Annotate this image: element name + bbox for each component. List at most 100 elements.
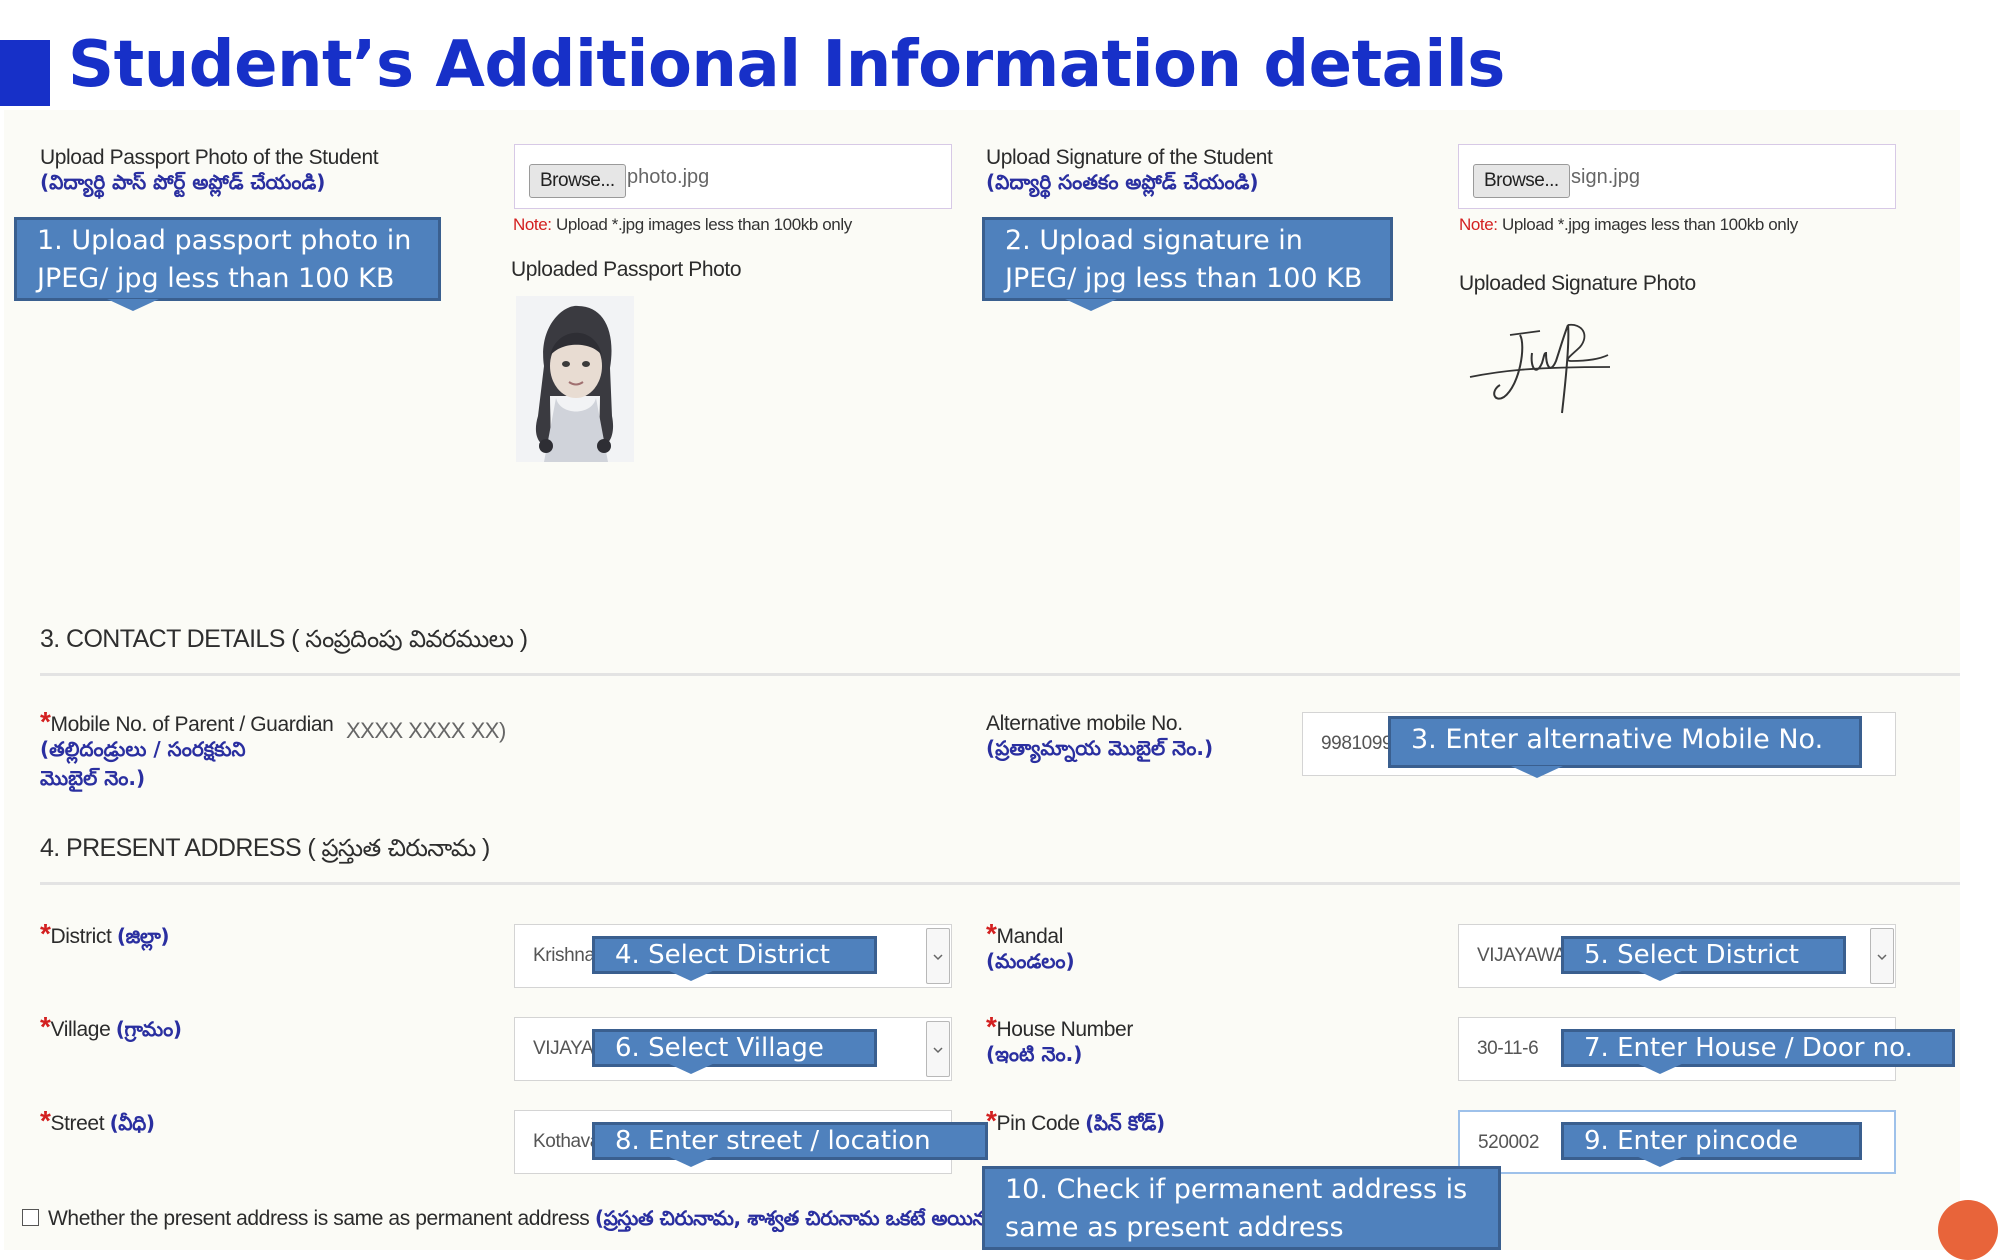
callout-9: 9. Enter pincode [1561,1122,1862,1167]
passport-label-en: Upload Passport Photo of the Student [40,146,379,169]
passport-file-name: photo.jpg [627,166,710,188]
callout-4: 4. Select District [592,936,877,981]
callout-10-line-2: same as present address [1005,1212,1344,1243]
district-label-en: District [50,925,117,948]
contact-section-te: సంప్రదింపు వివరములు [305,625,514,653]
callout-5-text: 5. Select District [1584,940,1799,970]
signature-file-name: sign.jpg [1571,166,1640,188]
signature-image [1469,323,1611,414]
pincode-label-en: Pin Code [996,1112,1086,1135]
callout-9-text: 9. Enter pincode [1584,1126,1799,1156]
address-section-te: ప్రస్తుత చిరునామ [321,834,476,862]
callout-7-text: 7. Enter House / Door no. [1584,1033,1913,1063]
signature-browse-button[interactable]: Browse... [1473,164,1570,198]
street-label: *Street (వీధి) [40,1107,155,1140]
callout-3: 3. Enter alternative Mobile No. [1388,716,1862,778]
callout-8-text: 8. Enter street / location [615,1126,931,1156]
street-value: Kothava [533,1131,600,1152]
passport-note: Note: Upload *.jpg images less than 100k… [513,215,852,235]
callout-2: 2. Upload signature in JPEG/ jpg less th… [982,217,1393,311]
signature-upload-label: Upload Signature of the Student (విద్యార… [986,146,1273,199]
chat-bubble-icon[interactable] [1938,1200,1998,1260]
mandal-label-en: Mandal [996,925,1064,948]
callout-1-line-1: 1. Upload passport photo in [37,225,412,256]
required-marker: * [986,918,997,949]
parent-mobile-label: *Mobile No. of Parent / Guardian (తల్లిద… [40,706,334,795]
required-marker: * [40,1105,51,1136]
district-label: *District (జిల్లా) [40,918,170,953]
callout-tail [1634,1155,1686,1167]
house-number-label: *House Number (ఇంటి నెం.) [986,1013,1133,1071]
signature-note-key: Note: [1459,215,1498,234]
parent-mobile-label-te-2: మొబైల్ నెం.) [40,766,146,790]
same-address-label: Whether the present address is same as p… [48,1206,1005,1235]
passport-label-te: (విద్యార్థి పాస్ పోర్ట్ అప్లోడ్ చేయండి) [40,170,326,194]
callout-10: 10. Check if permanent address is same a… [982,1166,1501,1250]
village-label-te: (గ్రామం) [115,1017,182,1041]
house-label-en: House Number [996,1018,1134,1041]
alt-mobile-label: Alternative mobile No. (ప్రత్యామ్నాయ మొబ… [986,712,1213,765]
street-label-en: Street [50,1112,110,1135]
same-address-label-en: Whether the present address is same as p… [48,1207,595,1230]
contact-section-en: 3. CONTACT DETAILS ( [40,625,306,653]
mandal-label-te: (మండలం) [986,949,1075,973]
village-label-en: Village [50,1018,116,1041]
village-value: VIJAYA [533,1038,594,1059]
callout-2-line-1: 2. Upload signature in [1005,225,1303,256]
passport-note-key: Note: [513,215,552,234]
same-address-checkbox[interactable] [22,1209,39,1226]
passport-upload-label: Upload Passport Photo of the Student (వి… [40,146,379,199]
callout-1-line-2: JPEG/ jpg less than 100 KB [37,263,395,294]
district-label-te: (జిల్లా) [116,924,170,948]
address-section-en: 4. PRESENT ADDRESS ( [40,834,322,862]
callout-5: 5. Select District [1561,936,1846,981]
callout-8: 8. Enter street / location [592,1122,988,1167]
parent-mobile-label-te-1: (తల్లిదండ్రులు / సంరక్షకుని [40,737,246,761]
callout-tail [1634,1062,1686,1074]
alt-mobile-label-te: (ప్రత్యామ్నాయ మొబైల్ నెం.) [986,736,1214,760]
signature-note: Note: Upload *.jpg images less than 100k… [1459,215,1798,235]
callout-7: 7. Enter House / Door no. [1561,1029,1955,1074]
address-section-heading: 4. PRESENT ADDRESS ( ప్రస్తుత చిరునామ ) [40,834,490,868]
callout-tail [665,969,717,981]
signature-note-text: Upload *.jpg images less than 100kb only [1497,215,1798,234]
required-marker: * [986,1011,997,1042]
chevron-down-icon[interactable] [1870,928,1894,984]
required-marker: * [40,706,51,737]
district-value: Krishna [533,945,595,966]
passport-note-text: Upload *.jpg images less than 100kb only [551,215,852,234]
callout-tail [1065,299,1117,311]
callout-4-text: 4. Select District [615,940,830,970]
house-label-te: (ఇంటి నెం.) [986,1042,1083,1066]
required-marker: * [40,1011,51,1042]
callout-6: 6. Select Village [592,1029,877,1074]
pincode-label: *Pin Code (పిన్ కోడ్) [986,1107,1165,1140]
title-accent-bar [0,40,50,106]
girl-portrait-image [516,296,634,462]
contact-section-heading: 3. CONTACT DETAILS ( సంప్రదింపు వివరములు… [40,625,528,659]
callout-tail [1634,969,1686,981]
callout-10-line-1: 10. Check if permanent address is [1005,1174,1468,1205]
signature-file-input[interactable]: Browse... sign.jpg [1458,144,1896,209]
signature-label-en: Upload Signature of the Student [986,146,1273,169]
passport-file-input[interactable]: Browse... photo.jpg [514,144,952,209]
uploaded-passport-title: Uploaded Passport Photo [511,258,742,281]
pincode-value: 520002 [1478,1132,1540,1153]
required-marker: * [40,918,51,949]
chevron-down-icon[interactable] [926,1021,950,1077]
uploaded-signature-title: Uploaded Signature Photo [1459,272,1696,295]
alt-mobile-value: 9981099 [1321,733,1393,754]
village-label: *Village (గ్రామం) [40,1013,182,1046]
callout-tail [665,1155,717,1167]
contact-section-close: ) [513,625,528,653]
signature-preview [1460,305,1620,415]
pincode-label-te: (పిన్ కోడ్) [1085,1111,1165,1135]
address-section-close: ) [475,834,490,862]
passport-browse-button[interactable]: Browse... [529,164,626,198]
chevron-down-icon[interactable] [926,928,950,984]
parent-mobile-label-en: Mobile No. of Parent / Guardian [50,713,334,736]
page-title: Student’s Additional Information details [68,28,1505,102]
callout-1: 1. Upload passport photo in JPEG/ jpg le… [14,217,441,311]
house-number-value: 30-11-6 [1477,1038,1539,1059]
parent-mobile-value: XXXX XXXX XX) [346,718,506,743]
